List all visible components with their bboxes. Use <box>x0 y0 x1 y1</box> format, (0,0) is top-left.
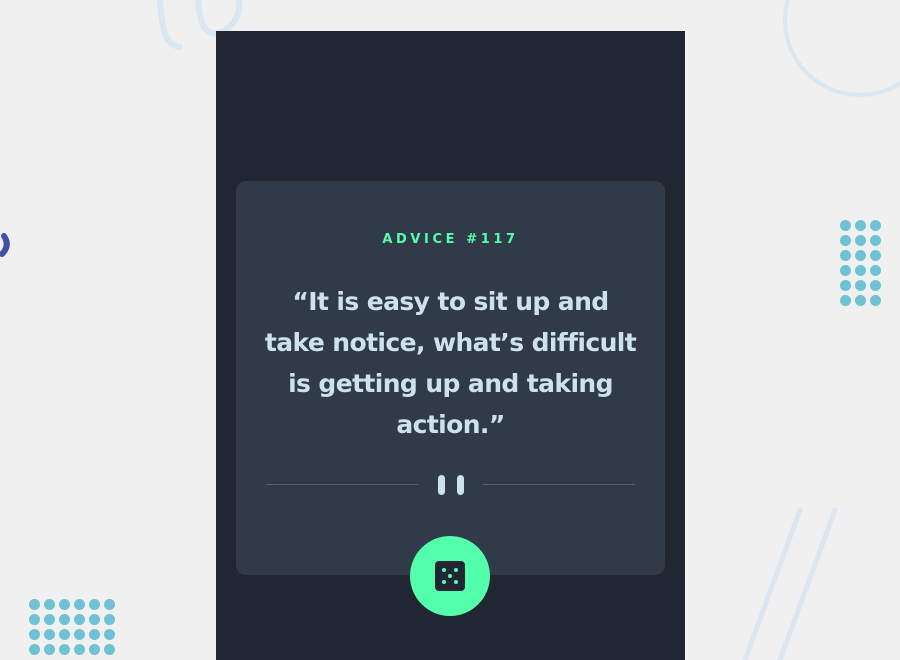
pause-icon <box>438 475 464 495</box>
squiggle-left-decoration <box>0 233 10 257</box>
advice-id-label: ADVICE #117 <box>382 232 519 247</box>
advice-card: ADVICE #117 “It is easy to sit up and ta… <box>236 181 665 575</box>
advice-quote: “It is easy to sit up and take notice, w… <box>264 287 637 439</box>
app-panel: ADVICE #117 “It is easy to sit up and ta… <box>216 31 685 660</box>
divider-line-right <box>483 484 635 485</box>
dot-pattern-left <box>29 599 115 655</box>
dice-icon <box>435 561 465 591</box>
diagonal-line-decoration <box>777 507 838 660</box>
circle-outline-decoration <box>783 0 900 97</box>
divider-line-left <box>266 484 418 485</box>
page: ADVICE #117 “It is easy to sit up and ta… <box>0 0 900 660</box>
pattern-divider <box>266 474 635 496</box>
diagonal-line-decoration <box>742 507 803 660</box>
dot-pattern-right <box>840 220 881 306</box>
new-advice-button[interactable] <box>410 536 490 616</box>
